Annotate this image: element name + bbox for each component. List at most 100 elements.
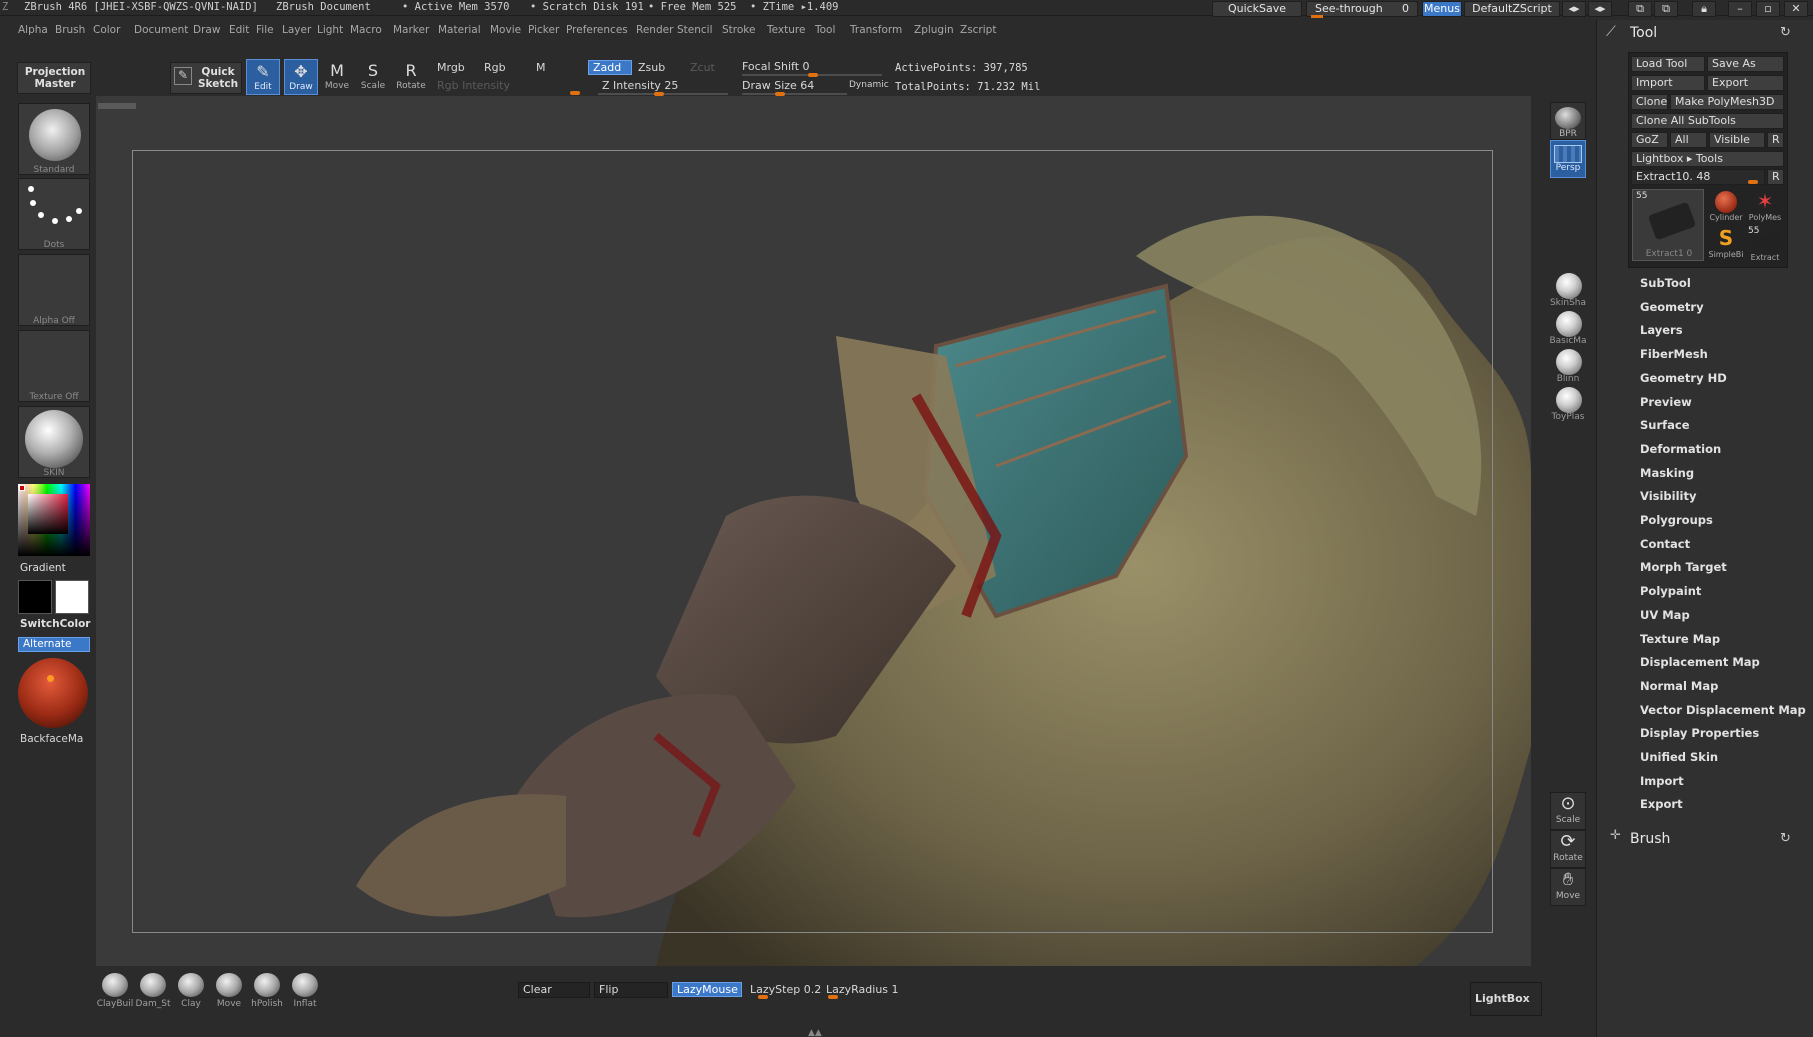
focal-shift-slider[interactable]: Focal Shift 0 bbox=[742, 60, 810, 73]
lightbox-tools-button[interactable]: Lightbox ▸ Tools bbox=[1631, 151, 1784, 167]
dam-st-brush-icon[interactable] bbox=[140, 973, 166, 997]
subpalette-export[interactable]: Export bbox=[1640, 797, 1683, 811]
menu-zplugin[interactable]: Zplugin bbox=[914, 24, 954, 36]
scale-button[interactable]: S Scale bbox=[356, 59, 390, 95]
lock-icon[interactable]: 🔒︎ bbox=[1692, 1, 1716, 17]
subpalette-polypaint[interactable]: Polypaint bbox=[1640, 584, 1701, 598]
gradient-button[interactable]: Gradient bbox=[20, 562, 66, 574]
subpalette-fibermesh[interactable]: FiberMesh bbox=[1640, 347, 1708, 361]
menu-tool[interactable]: Tool bbox=[815, 24, 835, 36]
subpalette-uv-map[interactable]: UV Map bbox=[1640, 608, 1690, 622]
menu-color[interactable]: Color bbox=[93, 24, 120, 36]
close-icon[interactable]: ✕ bbox=[1784, 1, 1808, 17]
skinshade-material-icon[interactable] bbox=[1556, 273, 1582, 299]
basicmaterial-icon[interactable] bbox=[1556, 311, 1582, 337]
claybuil-brush-icon[interactable] bbox=[102, 973, 128, 997]
subpalette-displacement-map[interactable]: Displacement Map bbox=[1640, 655, 1760, 669]
menu-render[interactable]: Render bbox=[636, 24, 673, 36]
maximize-icon[interactable]: ▫ bbox=[1756, 1, 1780, 17]
menu-material[interactable]: Material bbox=[438, 24, 481, 36]
layout-icon[interactable]: ⧉ bbox=[1628, 1, 1652, 17]
z-intensity-slider[interactable]: Z Intensity 25 bbox=[602, 79, 678, 92]
zcut-button[interactable]: Zcut bbox=[690, 61, 715, 74]
bpr-button[interactable]: BPR bbox=[1550, 102, 1586, 140]
secondary-color-swatch[interactable] bbox=[55, 580, 89, 614]
move-button[interactable]: M Move bbox=[320, 59, 354, 95]
extract-slider[interactable]: Extract10. 48 bbox=[1631, 169, 1765, 185]
menu-marker[interactable]: Marker bbox=[393, 24, 429, 36]
lightbox-button[interactable]: LightBox bbox=[1470, 982, 1542, 1016]
backface-mask-icon[interactable] bbox=[18, 658, 88, 728]
hpolish-brush-icon[interactable] bbox=[254, 973, 280, 997]
subpalette-morph-target[interactable]: Morph Target bbox=[1640, 560, 1727, 574]
subpalette-texture-map[interactable]: Texture Map bbox=[1640, 632, 1720, 646]
default-zscript-button[interactable]: DefaultZScript bbox=[1464, 1, 1560, 17]
menu-zscript[interactable]: Zscript bbox=[960, 24, 996, 36]
menu-draw[interactable]: Draw bbox=[193, 24, 220, 36]
menu-picker[interactable]: Picker bbox=[528, 24, 559, 36]
menu-texture[interactable]: Texture bbox=[767, 24, 805, 36]
clay-brush-icon[interactable] bbox=[178, 973, 204, 997]
clone-button[interactable]: Clone bbox=[1631, 94, 1668, 110]
current-tool-thumbnail[interactable]: 55 Extract1 0 bbox=[1632, 189, 1704, 261]
rgb-button[interactable]: Rgb bbox=[484, 61, 506, 74]
cylinder-tool-thumb[interactable]: Cylinder bbox=[1708, 189, 1744, 225]
switch-color-button[interactable]: SwitchColor bbox=[20, 618, 91, 630]
flip-button[interactable]: Flip bbox=[594, 982, 668, 998]
subpalette-display-properties[interactable]: Display Properties bbox=[1640, 726, 1759, 740]
draw-size-slider[interactable]: Draw Size 64 bbox=[742, 79, 814, 92]
blinn-material-icon[interactable] bbox=[1556, 349, 1582, 375]
extract-r-button[interactable]: R bbox=[1767, 169, 1784, 185]
menu-movie[interactable]: Movie bbox=[490, 24, 521, 36]
edit-button[interactable]: ✎ Edit bbox=[246, 59, 280, 95]
goz-visible-button[interactable]: Visible bbox=[1709, 132, 1765, 148]
clear-button[interactable]: Clear bbox=[518, 982, 590, 998]
subpalette-geometry[interactable]: Geometry bbox=[1640, 300, 1704, 314]
color-square[interactable] bbox=[28, 494, 68, 534]
subpalette-import[interactable]: Import bbox=[1640, 774, 1684, 788]
m-button[interactable]: M bbox=[536, 61, 546, 74]
subpalette-surface[interactable]: Surface bbox=[1640, 418, 1690, 432]
save-as-button[interactable]: Save As bbox=[1707, 56, 1784, 72]
menu-layer[interactable]: Layer bbox=[282, 24, 311, 36]
simplebrush-tool-thumb[interactable]: S SimpleBi bbox=[1708, 226, 1744, 262]
goz-r-button[interactable]: R bbox=[1767, 132, 1784, 148]
tool-palette-refresh-icon[interactable]: ↻ bbox=[1780, 25, 1791, 40]
menu-macro[interactable]: Macro bbox=[350, 24, 382, 36]
subpalette-masking[interactable]: Masking bbox=[1640, 466, 1694, 480]
dynamic-button[interactable]: Dynamic bbox=[849, 80, 889, 90]
zadd-button[interactable]: Zadd bbox=[588, 60, 632, 75]
scale-view-button[interactable]: ⊙ Scale bbox=[1550, 792, 1586, 830]
zsub-button[interactable]: Zsub bbox=[638, 61, 665, 74]
draw-button[interactable]: ✥ Draw bbox=[284, 59, 318, 95]
subpalette-subtool[interactable]: SubTool bbox=[1640, 276, 1691, 290]
menu-alpha[interactable]: Alpha bbox=[18, 24, 48, 36]
lazymouse-button[interactable]: LazyMouse bbox=[672, 982, 742, 997]
menu-document[interactable]: Document bbox=[134, 24, 188, 36]
scroll-left-icon[interactable]: ◂▸ bbox=[1562, 1, 1586, 17]
goz-all-button[interactable]: All bbox=[1670, 132, 1707, 148]
projection-master-button[interactable]: Projection Master bbox=[17, 62, 91, 94]
quicksave-button[interactable]: QuickSave bbox=[1212, 1, 1302, 17]
menus-button[interactable]: Menus bbox=[1422, 1, 1462, 17]
subpalette-contact[interactable]: Contact bbox=[1640, 537, 1690, 551]
rotate-view-button[interactable]: ⟳ Rotate bbox=[1550, 830, 1586, 868]
rotate-button[interactable]: R Rotate bbox=[394, 59, 428, 95]
color-picker[interactable] bbox=[18, 484, 90, 556]
menu-light[interactable]: Light bbox=[317, 24, 343, 36]
load-tool-button[interactable]: Load Tool bbox=[1631, 56, 1705, 72]
subpalette-visibility[interactable]: Visibility bbox=[1640, 489, 1696, 503]
extract-tool-thumb[interactable]: 55 Extract bbox=[1746, 226, 1784, 262]
import-button[interactable]: Import bbox=[1631, 75, 1705, 91]
menu-stencil[interactable]: Stencil bbox=[677, 24, 713, 36]
subpalette-vector-displacement-map[interactable]: Vector Displacement Map bbox=[1640, 703, 1806, 717]
move-view-button[interactable]: ✋︎ Move bbox=[1550, 868, 1586, 906]
scroll-right-icon[interactable]: ◂▸ bbox=[1588, 1, 1612, 17]
layout2-icon[interactable]: ⧉ bbox=[1654, 1, 1678, 17]
subpalette-normal-map[interactable]: Normal Map bbox=[1640, 679, 1718, 693]
subpalette-polygroups[interactable]: Polygroups bbox=[1640, 513, 1713, 527]
lazyradius-slider[interactable]: LazyRadius 1 bbox=[826, 983, 899, 996]
see-through-slider[interactable]: See-through 0 bbox=[1306, 1, 1418, 18]
polymesh-tool-thumb[interactable]: ✶ PolyMes bbox=[1746, 189, 1784, 225]
clone-all-subtools-button[interactable]: Clone All SubTools bbox=[1631, 113, 1784, 129]
